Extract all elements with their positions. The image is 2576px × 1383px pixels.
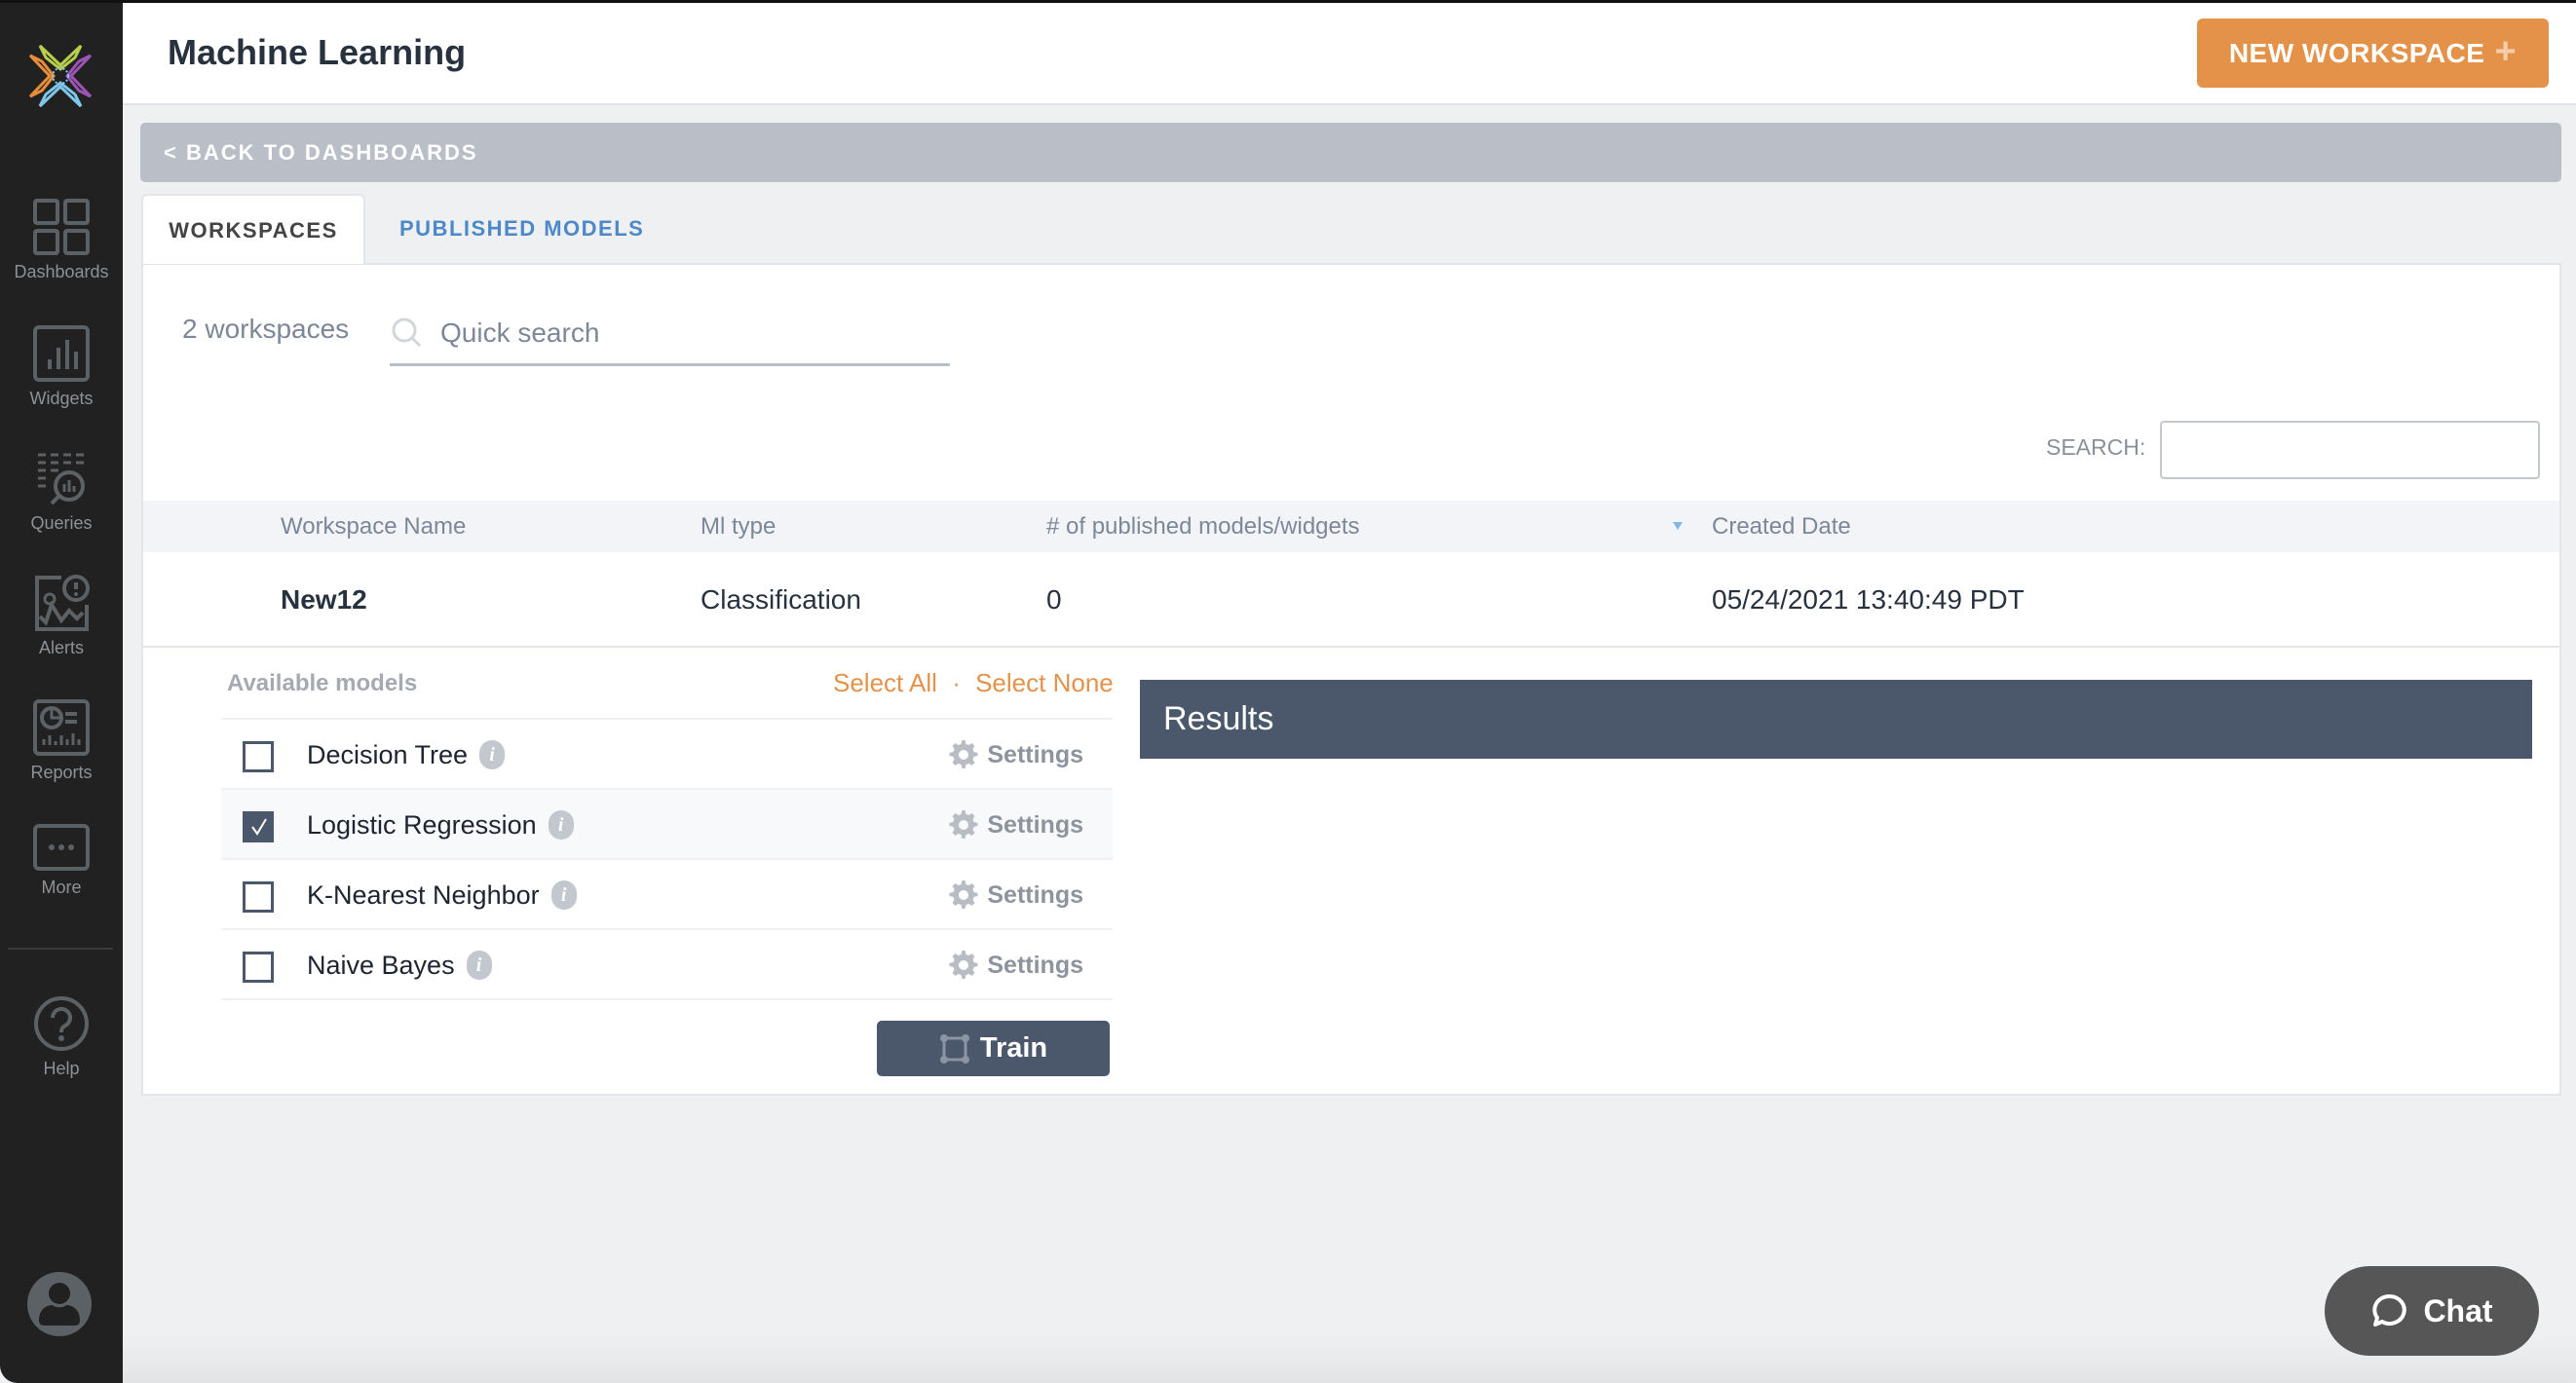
user-avatar-icon[interactable] [27,1272,92,1336]
back-to-dashboards-link[interactable]: < BACK TO DASHBOARDS [140,123,2561,182]
sidebar-item-alerts[interactable]: Alerts [0,574,123,658]
quick-search [390,302,950,366]
table-header: Workspace Name Ml type # of published mo… [143,501,2559,552]
settings-label: Settings [987,881,1083,909]
page-title: Machine Learning [168,32,467,72]
reports-icon [33,699,90,756]
sort-descending-icon[interactable] [1673,522,1683,530]
select-all-link[interactable]: Select All [833,668,937,697]
tab-workspaces[interactable]: WORKSPACES [141,194,365,264]
train-label: Train [979,1032,1048,1064]
plus-icon: + [2494,30,2518,72]
model-row-naive-bayes: Naive Bayes i Settings [221,930,1113,1000]
gear-icon [949,951,978,979]
settings-label: Settings [987,741,1083,768]
info-icon[interactable]: i [550,879,577,910]
info-icon[interactable]: i [466,950,492,980]
bottom-shade [123,1334,2576,1383]
model-name: K-Nearest Neighbor [307,880,540,910]
table-row[interactable]: New12 Classification 0 05/24/2021 13:40:… [143,552,2559,648]
model-row-logistic-regression: Logistic Regression i Settings [221,790,1113,860]
new-workspace-label: NEW WORKSPACE [2228,37,2485,68]
dashboards-icon [33,199,90,255]
sidebar-item-help[interactable]: Help [0,994,123,1079]
sidebar-item-dashboards[interactable]: Dashboards [0,198,123,282]
model-checkbox[interactable] [243,952,274,983]
chat-button[interactable]: Chat [2325,1266,2539,1356]
sidebar-item-label: More [41,878,82,897]
sidebar-item-label: Dashboards [14,262,109,281]
settings-button[interactable]: Settings [948,860,1083,930]
settings-button[interactable]: Settings [948,720,1083,790]
train-button[interactable]: Train [877,1021,1110,1076]
model-checkbox[interactable] [243,881,274,913]
select-links: Select All · Select None [833,668,1114,698]
gear-icon [949,810,978,839]
column-header-created-date[interactable]: Created Date [1712,501,1851,552]
checkmark-icon [251,818,267,836]
model-row-k-nearest-neighbor: K-Nearest Neighbor i Settings [221,860,1113,930]
sidebar-item-widgets[interactable]: Widgets [0,324,123,409]
settings-button[interactable]: Settings [948,930,1083,1000]
new-workspace-button[interactable]: NEW WORKSPACE + [2197,19,2549,88]
more-icon [33,824,90,871]
tab-published-models[interactable]: PUBLISHED MODELS [399,194,644,264]
info-icon[interactable]: i [548,809,574,840]
select-none-link[interactable]: Select None [975,668,1114,697]
link-separator: · [952,668,961,697]
table-search-input[interactable] [2160,421,2540,479]
model-checkbox[interactable] [243,741,274,772]
chat-bubble-icon [2372,1294,2407,1327]
sidebar: Dashboards Widgets Queries Alerts Report… [0,0,123,1383]
sidebar-item-label: Alerts [38,638,84,657]
sidebar-item-more[interactable]: More [0,823,123,898]
created-date-cell: 05/24/2021 13:40:49 PDT [1712,584,2025,615]
chat-label: Chat [2423,1292,2493,1328]
gear-icon [949,880,978,909]
model-name: Naive Bayes [307,951,455,980]
queries-icon [38,453,85,505]
available-models-label: Available models [227,670,418,696]
workspace-name-cell[interactable]: New12 [281,552,367,648]
sidebar-divider [8,948,113,950]
sidebar-item-label: Help [43,1059,80,1078]
model-list: Decision Tree i Settings Logistic Regress… [221,718,1113,1000]
published-count-cell: 0 [1046,584,1062,615]
model-name: Logistic Regression [307,810,537,840]
app-logo-icon[interactable] [26,42,95,110]
column-header-workspace-name[interactable]: Workspace Name [281,501,466,552]
search-label: SEARCH: [2046,434,2146,460]
top-header: Machine Learning NEW WORKSPACE + [123,0,2576,105]
sidebar-item-reports[interactable]: Reports [0,698,123,783]
column-header-ml-type[interactable]: Ml type [701,501,776,552]
train-icon [939,1033,969,1064]
gear-icon [949,740,978,768]
sidebar-item-label: Widgets [29,389,94,408]
settings-button[interactable]: Settings [948,790,1083,860]
info-icon[interactable]: i [479,739,506,769]
model-checkbox[interactable] [243,811,274,842]
model-name: Decision Tree [307,740,469,769]
sidebar-item-label: Queries [30,513,93,533]
column-header-published[interactable]: # of published models/widgets [1046,501,1360,552]
ml-type-cell: Classification [701,584,861,615]
results-header: Results [1140,680,2532,759]
help-icon [34,996,89,1051]
settings-label: Settings [987,811,1083,839]
quick-search-input[interactable] [440,317,928,349]
model-row-decision-tree: Decision Tree i Settings [221,720,1113,790]
workspaces-panel: 2 workspaces SEARCH: Workspace Name Ml t… [141,263,2561,1096]
workspace-count: 2 workspaces [182,314,350,344]
widgets-icon [33,325,90,382]
alerts-icon [35,575,90,631]
sidebar-item-queries[interactable]: Queries [0,449,123,534]
sidebar-item-label: Reports [30,763,93,782]
search-icon [392,318,422,347]
settings-label: Settings [987,952,1083,979]
